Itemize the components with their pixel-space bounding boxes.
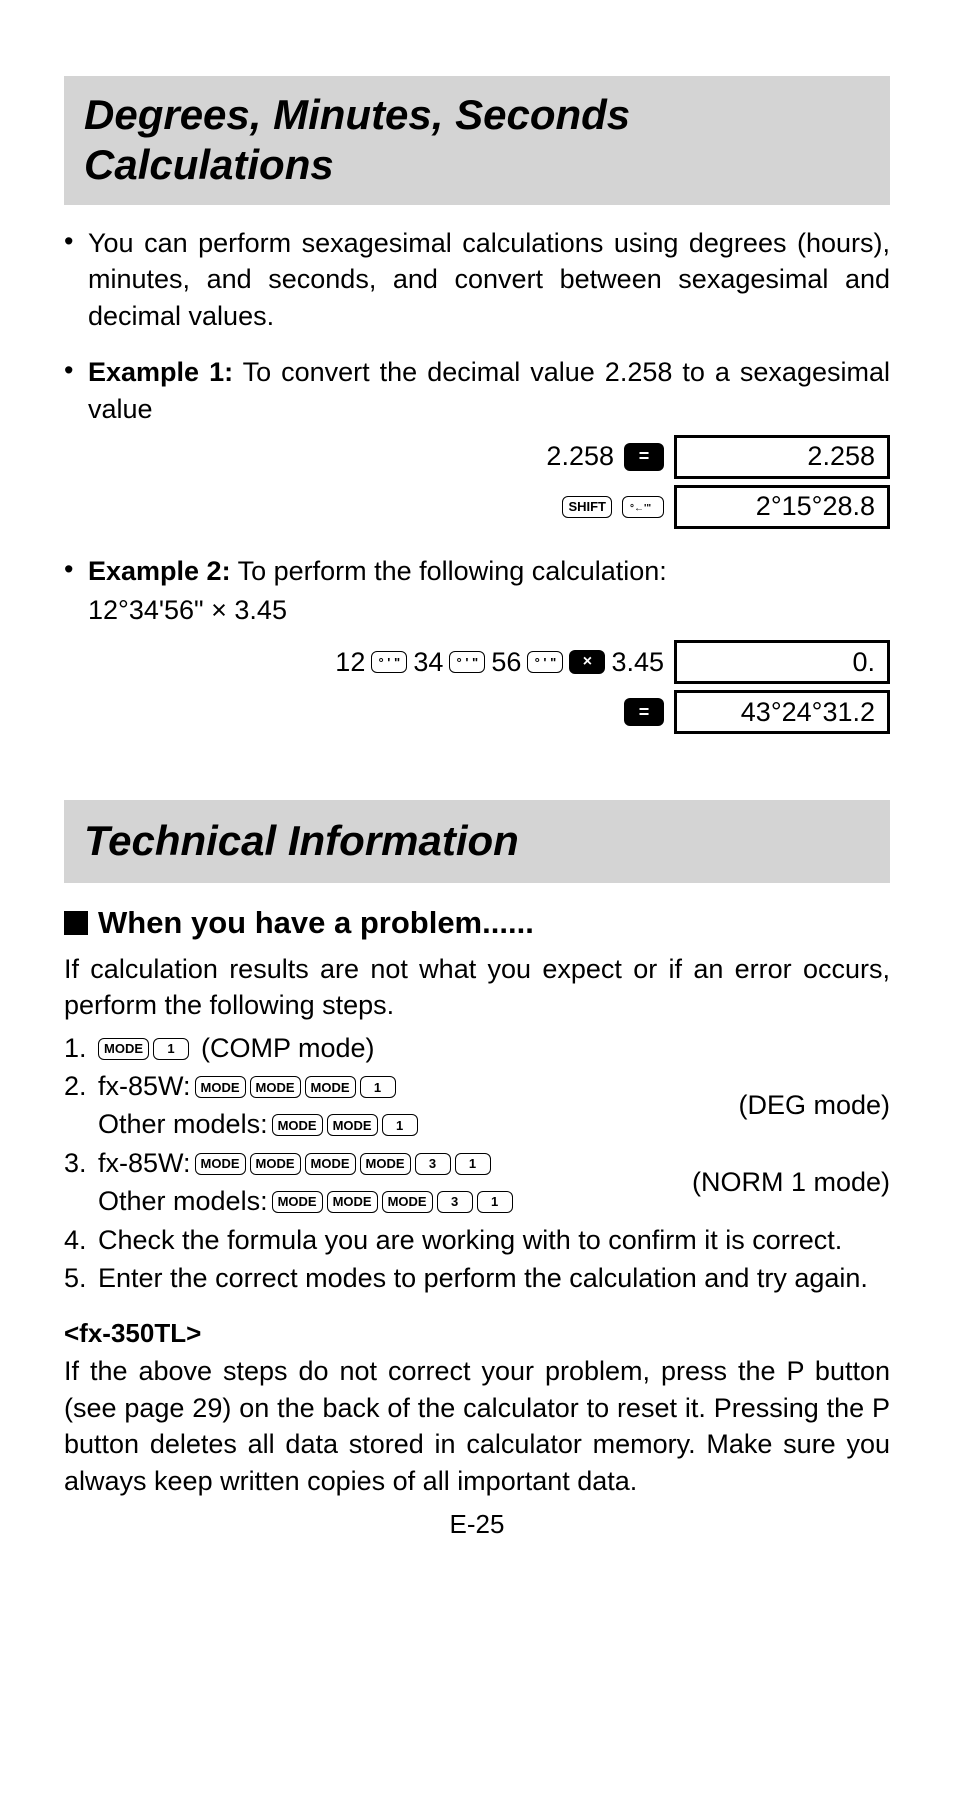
step-number: 2. — [64, 1068, 98, 1106]
three-key: 3 — [415, 1153, 451, 1175]
intro-para: If calculation results are not what you … — [64, 951, 890, 1024]
step-2: 2. fx-85W: MODE MODE MODE 1 Other models… — [64, 1068, 890, 1144]
mode-key: MODE — [327, 1114, 378, 1136]
example-2-label: Example 2: — [88, 556, 231, 586]
fx85w-label: fx-85W: — [98, 1145, 191, 1183]
display-box: 0. — [674, 640, 890, 684]
example-1-text: Example 1: To convert the decimal value … — [88, 354, 890, 427]
mode-key: MODE — [305, 1153, 356, 1175]
display-box: 2.258 — [674, 435, 890, 479]
shift-key: SHIFT — [562, 496, 612, 518]
step-number: 3. — [64, 1145, 98, 1183]
bullet-text: You can perform sexagesimal calculations… — [88, 225, 890, 334]
step-number: 1. — [64, 1030, 98, 1068]
fx85w-label: fx-85W: — [98, 1068, 191, 1106]
equals-key-icon: = — [624, 443, 664, 471]
sub-heading-problem: When you have a problem...... — [64, 905, 890, 941]
mode-key: MODE — [250, 1153, 301, 1175]
one-key: 1 — [153, 1038, 189, 1060]
manual-page: Degrees, Minutes, Seconds Calculations •… — [0, 0, 954, 1580]
display-box: 2°15°28.8 — [674, 485, 890, 529]
example-1-label: Example 1: — [88, 357, 233, 387]
example-2-desc: To perform the following calculation: — [231, 556, 667, 586]
example-1: • Example 1: To convert the decimal valu… — [64, 354, 890, 427]
other-models-label: Other models: — [98, 1183, 268, 1221]
example-2-text: Example 2: To perform the following calc… — [88, 553, 890, 589]
step-5: 5. Enter the correct modes to perform th… — [64, 1260, 890, 1298]
mode-key: MODE — [98, 1038, 149, 1060]
dms-key: ° ' " — [371, 651, 407, 673]
step-1: 1. MODE 1 (COMP mode) — [64, 1030, 890, 1068]
step-2-note: (DEG mode) — [718, 1087, 890, 1125]
mode-key: MODE — [272, 1114, 323, 1136]
step-1-note: (COMP mode) — [201, 1030, 375, 1068]
step-number: 5. — [64, 1260, 98, 1298]
step-4: 4. Check the formula you are working wit… — [64, 1222, 890, 1260]
one-key: 1 — [382, 1114, 418, 1136]
section-header-dms: Degrees, Minutes, Seconds Calculations — [64, 76, 890, 205]
mode-key: MODE — [305, 1076, 356, 1098]
bullet-marker: • — [64, 225, 88, 334]
display-value: 0. — [852, 647, 875, 678]
fx350tl-para: If the above steps do not correct your p… — [64, 1353, 890, 1499]
times-key-icon: × — [569, 650, 605, 674]
num-345: 3.45 — [611, 647, 664, 678]
ex1-line2: SHIFT °←'" 2°15°28.8 — [64, 485, 890, 529]
three-key: 3 — [437, 1191, 473, 1213]
display-value: 43°24°31.2 — [741, 697, 875, 728]
num-56: 56 — [491, 647, 521, 678]
square-bullet-icon — [64, 911, 88, 935]
mode-key: MODE — [250, 1076, 301, 1098]
display-value: 2.258 — [807, 441, 875, 472]
mode-key: MODE — [382, 1191, 433, 1213]
section-header-tech: Technical Information — [64, 800, 890, 882]
mode-key: MODE — [195, 1076, 246, 1098]
num-12: 12 — [335, 647, 365, 678]
sub-heading-text: When you have a problem...... — [98, 905, 534, 941]
dms-key: ° ' " — [449, 651, 485, 673]
example-2: • Example 2: To perform the following ca… — [64, 553, 890, 589]
ex2-expression: 12°34'56" × 3.45 — [88, 595, 890, 626]
step-3-note: (NORM 1 mode) — [672, 1164, 890, 1202]
one-key: 1 — [477, 1191, 513, 1213]
mode-key: MODE — [360, 1153, 411, 1175]
bullet-marker: • — [64, 553, 88, 589]
mode-key: MODE — [327, 1191, 378, 1213]
section-title: Degrees, Minutes, Seconds Calculations — [84, 90, 872, 191]
fx350tl-heading: <fx-350TL> — [64, 1318, 890, 1349]
page-number: E-25 — [64, 1509, 890, 1540]
mode-key: MODE — [272, 1191, 323, 1213]
ex2-line1: 12 ° ' " 34 ° ' " 56 ° ' " × 3.45 0. — [64, 640, 890, 684]
bullet-intro: • You can perform sexagesimal calculatio… — [64, 225, 890, 334]
dms-key: ° ' " — [527, 651, 563, 673]
other-models-label: Other models: — [98, 1106, 268, 1144]
equals-key-icon: = — [624, 698, 664, 726]
ex2-key-sequence: 12 ° ' " 34 ° ' " 56 ° ' " × 3.45 — [335, 647, 664, 678]
step-number: 4. — [64, 1222, 98, 1260]
step-4-text: Check the formula you are working with t… — [98, 1222, 890, 1260]
dms-arrow-key: °←'" — [622, 496, 664, 518]
one-key: 1 — [360, 1076, 396, 1098]
num-34: 34 — [413, 647, 443, 678]
one-key: 1 — [455, 1153, 491, 1175]
section-title: Technical Information — [84, 816, 872, 866]
ex2-line2: = 43°24°31.2 — [64, 690, 890, 734]
display-box: 43°24°31.2 — [674, 690, 890, 734]
display-value: 2°15°28.8 — [756, 491, 875, 522]
mode-key: MODE — [195, 1153, 246, 1175]
ex1-input: 2.258 — [546, 441, 614, 472]
step-5-text: Enter the correct modes to perform the c… — [98, 1260, 890, 1298]
bullet-marker: • — [64, 354, 88, 427]
step-3: 3. fx-85W: MODE MODE MODE MODE 3 1 Other… — [64, 1145, 890, 1221]
svg-text:°←'": °←'" — [630, 503, 651, 514]
ex1-line1: 2.258 = 2.258 — [64, 435, 890, 479]
